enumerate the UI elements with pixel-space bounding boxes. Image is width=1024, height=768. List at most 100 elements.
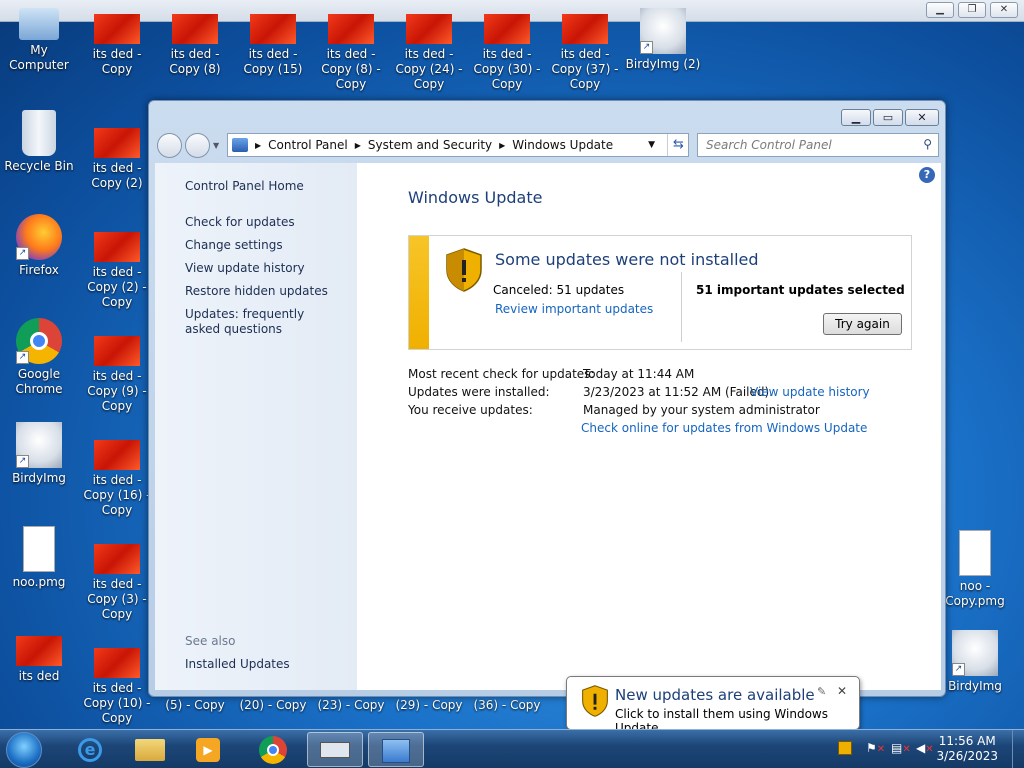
- image-thumbnail-icon: [94, 232, 140, 262]
- desktop-icon[interactable]: its ded - Copy (16) - Copy: [78, 434, 156, 518]
- try-again-button[interactable]: Try again: [823, 313, 902, 335]
- desktop-icon-label: its ded - Copy (8): [169, 47, 221, 76]
- desktop-icon-label[interactable]: (20) - Copy: [234, 698, 312, 713]
- desktop-icon[interactable]: its ded - Copy (2): [78, 122, 156, 191]
- computer-icon: [19, 8, 59, 40]
- desktop-icon-label[interactable]: (5) - Copy: [156, 698, 234, 713]
- desktop-icon-label: its ded - Copy: [92, 47, 142, 76]
- tray-windows-update-icon[interactable]: [838, 741, 854, 757]
- recent-pages-icon[interactable]: ▼: [213, 141, 219, 150]
- desktop-icon-label: BirdyImg: [12, 471, 66, 485]
- nav-installed-updates[interactable]: Installed Updates: [185, 657, 290, 672]
- taskbar-media-player-icon[interactable]: ▶: [180, 732, 236, 767]
- desktop-icon[interactable]: its ded - Copy: [78, 8, 156, 77]
- birdy-image-icon: ↗: [16, 422, 62, 468]
- search-input[interactable]: Search Control Panel ⚲: [697, 133, 939, 157]
- desktop-icon[interactable]: its ded - Copy (15): [234, 8, 312, 77]
- left-navigation-pane: Control Panel Home Check for updates Cha…: [155, 163, 357, 690]
- desktop-icon-label: Recycle Bin: [4, 159, 74, 173]
- image-thumbnail-icon: [16, 636, 62, 666]
- bg-restore-button[interactable]: ❐: [958, 2, 986, 18]
- nav-change-settings[interactable]: Change settings: [185, 238, 283, 253]
- clock-date: 3/26/2023: [936, 749, 998, 763]
- desktop-icon-label[interactable]: (29) - Copy: [390, 698, 468, 713]
- search-icon[interactable]: ⚲: [923, 137, 932, 151]
- breadcrumb-control-panel[interactable]: Control Panel: [268, 138, 348, 152]
- desktop-icon[interactable]: its ded - Copy (30) - Copy: [468, 8, 546, 92]
- desktop-icon-label[interactable]: (36) - Copy: [468, 698, 546, 713]
- help-icon[interactable]: ?: [919, 167, 935, 183]
- check-online-link[interactable]: Check online for updates from Windows Up…: [581, 421, 867, 435]
- desktop-icon-label[interactable]: (23) - Copy: [312, 698, 390, 713]
- warning-shield-icon: [582, 685, 608, 717]
- image-thumbnail-icon: [94, 336, 140, 366]
- bg-close-button[interactable]: ✕: [990, 2, 1018, 18]
- clock-time: 11:56 AM: [938, 734, 996, 748]
- desktop-icon[interactable]: ↗ Firefox: [0, 214, 78, 278]
- tray-clock[interactable]: 11:56 AM 3/26/2023: [936, 734, 998, 764]
- desktop-icon[interactable]: My Computer: [0, 8, 78, 73]
- desktop-icon[interactable]: Recycle Bin: [0, 110, 78, 174]
- desktop-icon[interactable]: ↗ Google Chrome: [0, 318, 78, 397]
- maximize-button[interactable]: ▭: [873, 109, 903, 126]
- desktop-icon[interactable]: its ded - Copy (8): [156, 8, 234, 77]
- desktop-icon[interactable]: ↗ BirdyImg: [936, 630, 1014, 694]
- desktop-icon-label: its ded - Copy (30) - Copy: [473, 47, 541, 91]
- image-thumbnail-icon: [484, 14, 530, 44]
- desktop-icon[interactable]: its ded - Copy (10) - Copy: [78, 642, 156, 726]
- taskbar-chrome-icon[interactable]: [245, 732, 301, 767]
- view-update-history-link[interactable]: View update history: [750, 385, 870, 399]
- update-notification-balloon[interactable]: New updates are available Click to insta…: [566, 676, 860, 741]
- nav-view-update-history[interactable]: View update history: [185, 261, 305, 276]
- desktop-icon[interactable]: its ded - Copy (3) - Copy: [78, 538, 156, 622]
- tray-volume-icon[interactable]: ◀✕: [916, 741, 934, 757]
- desktop-icon[interactable]: noo.pmg: [0, 526, 78, 590]
- nav-control-panel-home[interactable]: Control Panel Home: [185, 179, 304, 194]
- image-thumbnail-icon: [406, 14, 452, 44]
- nav-restore-hidden-updates[interactable]: Restore hidden updates: [185, 284, 328, 299]
- bg-minimize-button[interactable]: ▁: [926, 2, 954, 18]
- refresh-icon[interactable]: ⇆: [667, 134, 689, 156]
- back-button[interactable]: [157, 133, 182, 158]
- desktop-icon[interactable]: its ded - Copy (2) - Copy: [78, 226, 156, 310]
- desktop-icon[interactable]: ↗ BirdyImg (2): [624, 8, 702, 72]
- address-bar[interactable]: ▶ Control Panel ▶ System and Security ▶ …: [227, 133, 689, 157]
- desktop-icon[interactable]: its ded - Copy (37) - Copy: [546, 8, 624, 92]
- taskbar-control-panel-icon[interactable]: [368, 732, 424, 767]
- taskbar-explorer-icon[interactable]: [122, 732, 178, 767]
- taskbar-onscreen-keyboard-icon[interactable]: [307, 732, 363, 767]
- warning-shield-icon: [446, 248, 482, 292]
- address-dropdown-icon[interactable]: ▼: [648, 140, 655, 150]
- pin-icon[interactable]: ✎: [817, 685, 826, 698]
- balloon-title: New updates are available: [615, 686, 815, 704]
- important-updates-count[interactable]: 51 important updates selected: [696, 283, 905, 297]
- breadcrumb-system-security[interactable]: System and Security: [368, 138, 492, 152]
- start-button[interactable]: [6, 732, 42, 768]
- desktop-icon[interactable]: noo - Copy.pmg: [936, 530, 1014, 609]
- close-button[interactable]: ✕: [905, 109, 939, 126]
- desktop-icon[interactable]: ↗ BirdyImg: [0, 422, 78, 486]
- taskbar-ie-icon[interactable]: e: [62, 732, 118, 767]
- desktop-icon[interactable]: its ded: [0, 630, 78, 684]
- desktop-icon-label: its ded - Copy (37) - Copy: [551, 47, 619, 91]
- shortcut-arrow-icon: ↗: [16, 351, 29, 364]
- desktop-icon[interactable]: its ded - Copy (24) - Copy: [390, 8, 468, 92]
- review-updates-link[interactable]: Review important updates: [495, 302, 653, 316]
- desktop-icon[interactable]: its ded - Copy (8) - Copy: [312, 8, 390, 92]
- tray-network-icon[interactable]: ▤✕: [891, 741, 911, 757]
- balloon-close-icon[interactable]: ✕: [837, 684, 847, 698]
- breadcrumb-arrow-icon: ▶: [255, 140, 262, 150]
- forward-button[interactable]: [185, 133, 210, 158]
- desktop-icon[interactable]: its ded - Copy (9) - Copy: [78, 330, 156, 414]
- birdy-image-icon: ↗: [640, 8, 686, 54]
- nav-check-for-updates[interactable]: Check for updates: [185, 215, 295, 230]
- nav-faq[interactable]: Updates: frequently asked questions: [185, 307, 335, 337]
- desktop-icon-label: its ded - Copy (16) - Copy: [83, 473, 151, 517]
- desktop-icon-label: its ded - Copy (24) - Copy: [395, 47, 463, 91]
- tray-action-center-icon[interactable]: ⚑✕: [866, 741, 885, 757]
- see-also-label: See also: [185, 634, 236, 648]
- image-thumbnail-icon: [94, 544, 140, 574]
- show-desktop-button[interactable]: [1012, 730, 1024, 768]
- breadcrumb-windows-update[interactable]: Windows Update: [512, 138, 613, 152]
- minimize-button[interactable]: ▁: [841, 109, 871, 126]
